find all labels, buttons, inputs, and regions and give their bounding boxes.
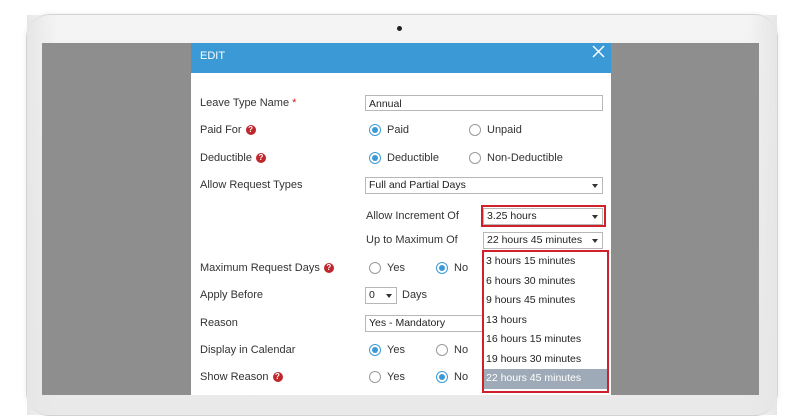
radio-max-days-yes[interactable]: Yes [369, 262, 405, 274]
radio-deductible-label: Deductible [387, 152, 439, 164]
radio-unpaid[interactable]: Unpaid [469, 124, 522, 136]
increment-label-text: Allow Increment Of [366, 210, 459, 222]
deductible-label-text: Deductible [200, 152, 252, 164]
request-types-label: Allow Request Types [200, 178, 303, 192]
dropdown-option[interactable]: 9 hours 45 minutes [484, 291, 607, 311]
request-types-select[interactable]: Full and Partial Days [365, 177, 603, 194]
leave-type-label: Leave Type Name * [200, 96, 296, 110]
radio-calendar-no[interactable]: No [436, 344, 468, 356]
radio-max-days-yes-label: Yes [387, 262, 405, 274]
dropdown-option[interactable]: 3 hours 15 minutes [484, 252, 607, 272]
radio-unselected-icon [469, 152, 481, 164]
radio-show-reason-yes-label: Yes [387, 371, 405, 383]
maximum-dropdown-list: 3 hours 15 minutes 6 hours 30 minutes 9 … [482, 250, 609, 393]
dropdown-option[interactable]: 6 hours 30 minutes [484, 272, 607, 292]
radio-show-reason-no[interactable]: No [436, 371, 468, 383]
show-reason-label-text: Show Reason [200, 371, 269, 383]
request-types-label-text: Allow Request Types [200, 179, 303, 191]
dropdown-option-selected[interactable]: 22 hours 45 minutes [484, 369, 607, 389]
modal-header: EDIT [191, 43, 611, 73]
leave-type-label-text: Leave Type Name [200, 97, 290, 109]
apply-before-select[interactable]: 0 [365, 287, 397, 304]
radio-unpaid-label: Unpaid [487, 124, 522, 136]
apply-before-unit: Days [402, 288, 427, 302]
dropdown-option[interactable]: 19 hours 30 minutes [484, 350, 607, 370]
chevron-down-icon [386, 294, 392, 298]
radio-selected-icon [436, 262, 448, 274]
display-calendar-label-text: Display in Calendar [200, 344, 296, 356]
request-types-value: Full and Partial Days [369, 179, 466, 191]
radio-paid[interactable]: Paid [369, 124, 409, 136]
apply-before-unit-text: Days [402, 289, 428, 301]
radio-calendar-yes-label: Yes [387, 344, 405, 356]
help-icon[interactable]: ? [323, 263, 334, 273]
radio-show-reason-yes[interactable]: Yes [369, 371, 405, 383]
screen: EDIT Leave Type Name * Annual Paid For ?… [42, 43, 759, 395]
reason-value: Yes - Mandatory [369, 317, 446, 329]
maximum-value: 22 hours 45 minutes [487, 234, 583, 246]
max-request-days-label-text: Maximum Request Days [200, 262, 320, 274]
required-mark: * [292, 97, 297, 109]
radio-unselected-icon [436, 344, 448, 356]
max-request-days-label: Maximum Request Days ? [200, 261, 334, 275]
increment-highlight [481, 205, 606, 227]
radio-paid-label: Paid [387, 124, 410, 136]
radio-show-reason-no-label: No [454, 371, 469, 383]
radio-max-days-no[interactable]: No [436, 262, 468, 274]
chevron-down-icon [592, 239, 598, 243]
radio-unselected-icon [469, 124, 481, 136]
radio-non-deductible[interactable]: Non-Deductible [469, 152, 563, 164]
dropdown-option[interactable]: 13 hours [484, 311, 607, 331]
modal-title: EDIT [200, 50, 226, 62]
radio-non-deductible-label: Non-Deductible [487, 152, 563, 164]
reason-label: Reason [200, 316, 238, 330]
radio-selected-icon [436, 371, 448, 383]
maximum-label-text: Up to Maximum Of [366, 234, 458, 246]
radio-selected-icon [369, 152, 381, 164]
close-icon[interactable] [592, 45, 605, 58]
radio-max-days-no-label: No [454, 262, 469, 274]
paid-for-label-text: Paid For [200, 124, 242, 136]
paid-for-label: Paid For ? [200, 123, 256, 137]
radio-calendar-yes[interactable]: Yes [369, 344, 405, 356]
chevron-down-icon [592, 184, 598, 188]
radio-selected-icon [369, 344, 381, 356]
radio-unselected-icon [369, 262, 381, 274]
reason-label-text: Reason [200, 317, 238, 329]
help-icon[interactable]: ? [255, 153, 266, 163]
leave-type-input[interactable]: Annual [365, 95, 603, 111]
camera-dot [397, 26, 402, 31]
show-reason-label: Show Reason ? [200, 370, 283, 384]
dropdown-option[interactable]: 16 hours 15 minutes [484, 330, 607, 350]
radio-selected-icon [369, 124, 381, 136]
radio-unselected-icon [369, 371, 381, 383]
apply-before-label: Apply Before [200, 288, 263, 302]
maximum-select[interactable]: 22 hours 45 minutes [483, 232, 603, 249]
deductible-label: Deductible ? [200, 151, 266, 165]
apply-before-value: 0 [369, 289, 375, 301]
increment-label: Allow Increment Of [366, 209, 459, 223]
maximum-label: Up to Maximum Of [366, 233, 458, 247]
help-icon[interactable]: ? [245, 125, 256, 135]
help-icon[interactable]: ? [272, 372, 283, 382]
display-calendar-label: Display in Calendar [200, 343, 295, 357]
radio-calendar-no-label: No [454, 344, 469, 356]
radio-deductible[interactable]: Deductible [369, 152, 439, 164]
apply-before-label-text: Apply Before [200, 289, 263, 301]
